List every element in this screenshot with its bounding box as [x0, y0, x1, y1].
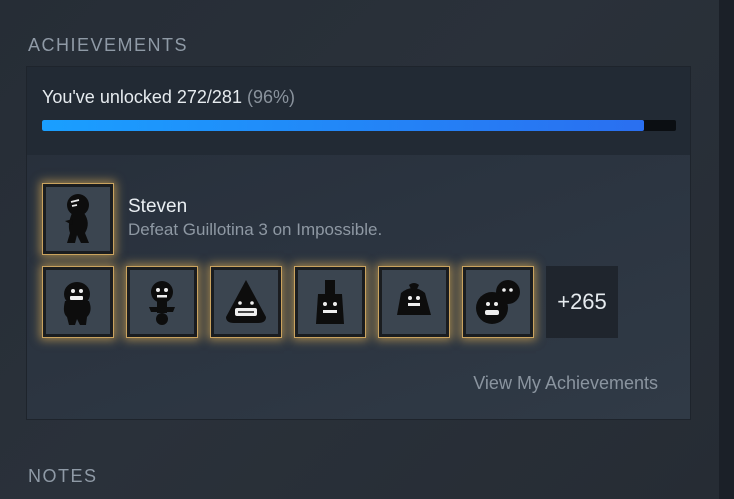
progress-count: 272/281 [176, 87, 242, 107]
achievements-card: You've unlocked 272/281 (96%) Steven Def… [27, 67, 690, 419]
progress-prefix: You've unlocked [42, 87, 177, 107]
recent-achievement-icon[interactable] [43, 184, 113, 254]
achievement-tile-2[interactable] [127, 267, 197, 337]
character-icon-6 [476, 280, 520, 324]
achievement-tile-6[interactable] [463, 267, 533, 337]
character-icon-2 [149, 281, 175, 325]
progress-bar-track [42, 120, 676, 131]
character-icon-1 [63, 282, 91, 325]
right-scroll-rail [719, 0, 734, 499]
character-icon-4 [316, 280, 344, 324]
steven-icon [65, 194, 89, 243]
character-icon-5 [397, 283, 431, 315]
recent-achievement-description: Defeat Guillotina 3 on Impossible. [128, 220, 383, 239]
achievement-tile-3[interactable] [211, 267, 281, 337]
achievements-progress-header: You've unlocked 272/281 (96%) [27, 67, 690, 155]
achievement-tile-5[interactable] [379, 267, 449, 337]
progress-bar-fill [42, 120, 645, 131]
achievement-tile-1[interactable] [43, 267, 113, 337]
more-achievements-counter[interactable]: +265 [546, 266, 618, 338]
achievement-tile-4[interactable] [295, 267, 365, 337]
recent-achievement-name: Steven [128, 196, 188, 217]
notes-section-title: NOTES [28, 466, 98, 486]
achievements-section-title: ACHIEVEMENTS [28, 35, 189, 55]
progress-text: You've unlocked 272/281 (96%) [42, 87, 295, 108]
view-my-achievements-link[interactable]: View My Achievements [473, 373, 658, 394]
character-icon-3 [226, 280, 266, 323]
progress-percent: (96%) [246, 87, 295, 107]
